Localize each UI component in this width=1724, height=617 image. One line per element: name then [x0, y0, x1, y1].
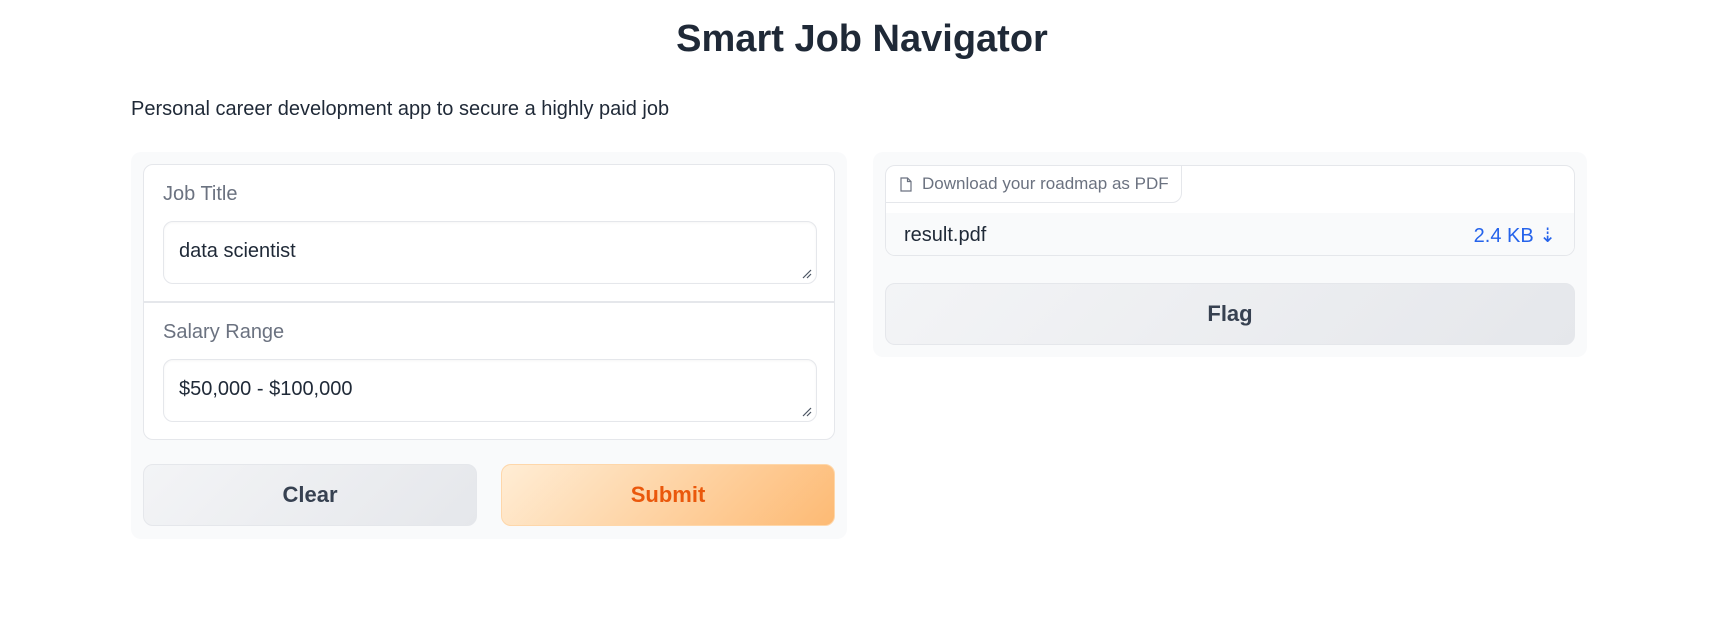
page-description: Personal career development app to secur… — [131, 98, 670, 120]
resize-handle-icon[interactable] — [802, 269, 812, 279]
salary-range-input[interactable]: $50,000 - $100,000 — [163, 359, 817, 422]
resize-handle-icon[interactable] — [802, 407, 812, 417]
salary-range-field: Salary Range $50,000 - $100,000 — [144, 303, 834, 439]
app-root: Smart Job Navigator Personal career deve… — [0, 0, 1724, 617]
file-icon — [900, 176, 912, 192]
file-row: result.pdf 2.4 KB ⇣ — [886, 213, 1574, 255]
file-download-link[interactable]: 2.4 KB ⇣ — [1474, 223, 1556, 248]
file-output-label-text: Download your roadmap as PDF — [922, 174, 1169, 193]
file-name: result.pdf — [904, 223, 987, 246]
input-form: Job Title data scientist Salary Range $5… — [143, 164, 835, 440]
submit-button[interactable]: Submit — [501, 464, 835, 526]
job-title-label: Job Title — [163, 183, 238, 205]
job-title-input[interactable]: data scientist — [163, 221, 817, 284]
salary-range-label: Salary Range — [163, 321, 285, 343]
page-title: Smart Job Navigator — [676, 18, 1048, 60]
job-title-field: Job Title data scientist — [144, 165, 834, 303]
file-output-label: Download your roadmap as PDF — [886, 166, 1182, 203]
flag-button[interactable]: Flag — [885, 283, 1575, 345]
file-output: Download your roadmap as PDF result.pdf … — [885, 165, 1575, 256]
output-panel: Download your roadmap as PDF result.pdf … — [873, 152, 1587, 357]
clear-button[interactable]: Clear — [143, 464, 477, 526]
input-panel: Job Title data scientist Salary Range $5… — [131, 152, 847, 539]
